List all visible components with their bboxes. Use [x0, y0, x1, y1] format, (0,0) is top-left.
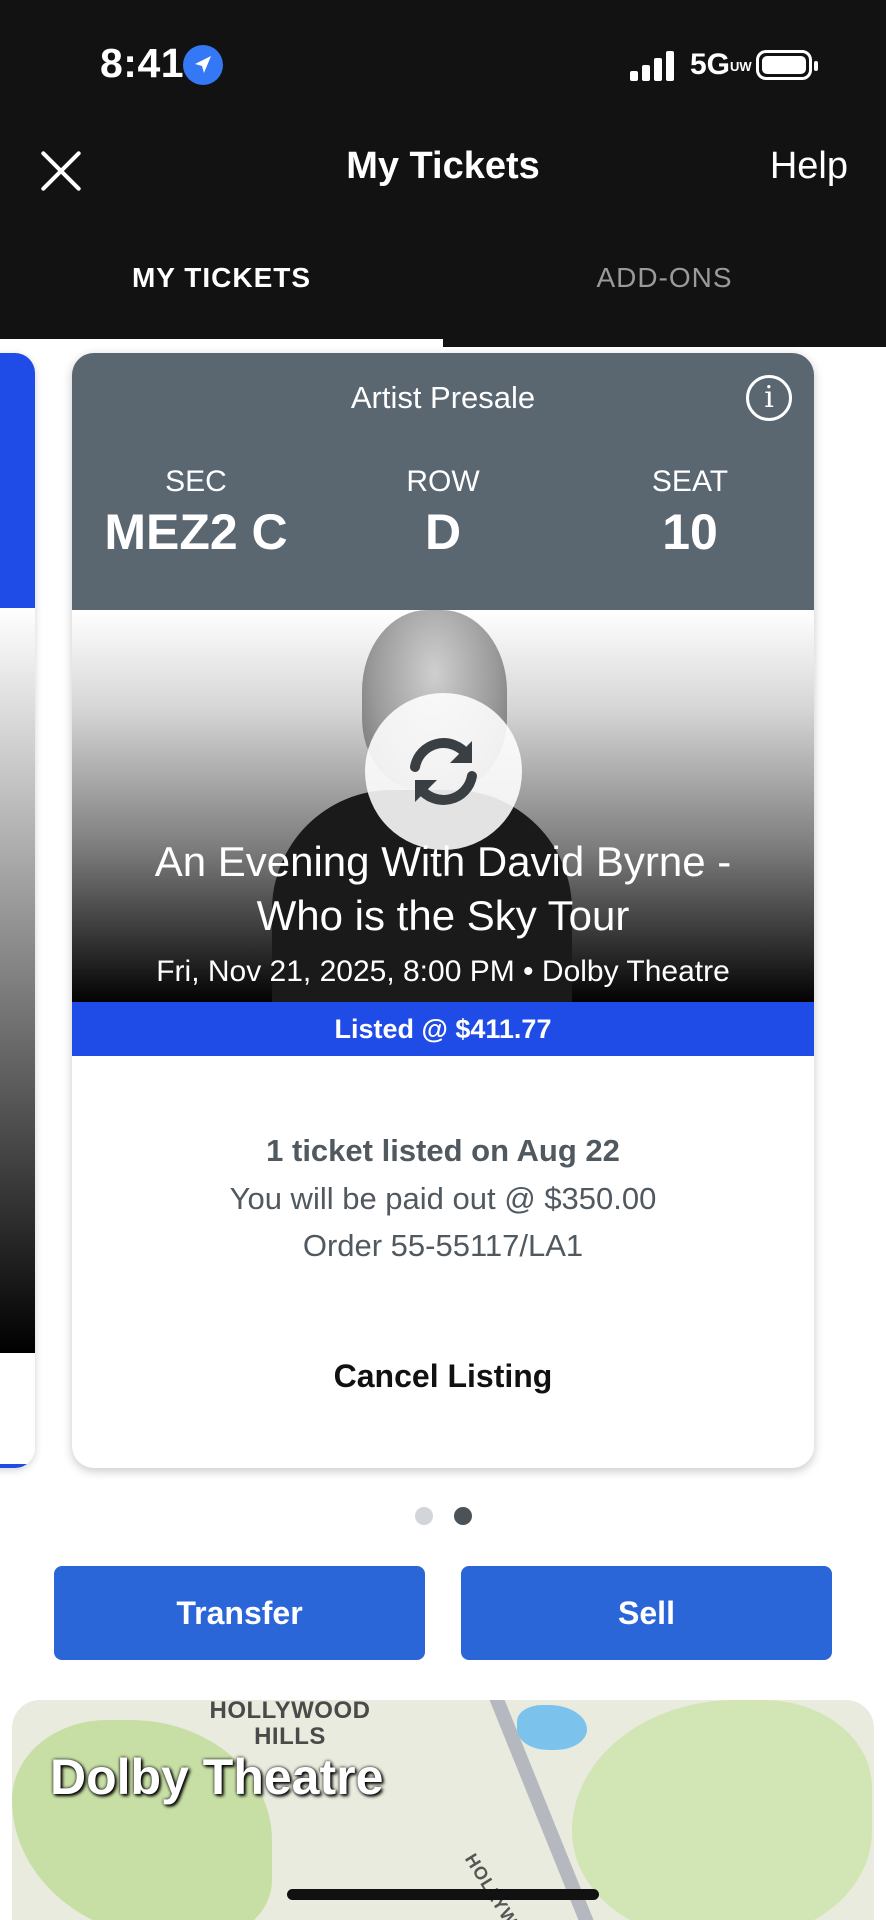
- previous-ticket-card[interactable]: [0, 353, 35, 1468]
- row-label: ROW: [406, 465, 480, 498]
- help-link[interactable]: Help: [770, 145, 848, 188]
- presale-label: Artist Presale: [350, 380, 536, 415]
- previous-card-edge: [0, 1464, 35, 1468]
- ticket-card: Artist Presale i SEC MEZ2 C ROW D SEAT 1…: [72, 353, 814, 1468]
- map-park-area: [572, 1700, 872, 1920]
- map-lake: [517, 1705, 587, 1750]
- page-dot-2-active[interactable]: [454, 1507, 472, 1525]
- seat-column: SEAT 10: [566, 465, 814, 561]
- event-title: An Evening With David Byrne - Who is the…: [154, 838, 732, 939]
- payout-text: You will be paid out @ $350.00: [229, 1181, 657, 1216]
- page-dot-1[interactable]: [415, 1507, 433, 1525]
- event-image: An Evening With David Byrne - Who is the…: [72, 610, 814, 1005]
- section-value: MEZ2 C: [104, 504, 288, 560]
- ticket-header: Artist Presale i SEC MEZ2 C ROW D SEAT 1…: [72, 353, 814, 610]
- cellular-signal-icon: [630, 51, 674, 81]
- row-value: D: [424, 504, 462, 560]
- network-indicator: 5GUW: [690, 48, 752, 81]
- page-title: My Tickets: [346, 145, 540, 187]
- listed-price-banner: Listed @ $411.77: [72, 1002, 814, 1056]
- section-column: SEC MEZ2 C: [72, 465, 320, 561]
- map-area-label: HOLLYWOOD HILLS: [209, 1697, 371, 1750]
- active-tab-indicator: [0, 339, 443, 347]
- seat-label: SEAT: [651, 465, 729, 498]
- map-venue-label: Dolby Theatre: [50, 1749, 384, 1805]
- seat-value: 10: [662, 504, 718, 560]
- location-arrow-icon: [183, 45, 223, 85]
- cancel-listing-button[interactable]: Cancel Listing: [72, 1358, 814, 1395]
- sell-button[interactable]: Sell: [461, 1566, 832, 1660]
- row-column: ROW D: [319, 465, 567, 561]
- previous-card-header: [0, 353, 35, 608]
- order-number: Order 55-55117/LA1: [302, 1228, 584, 1263]
- tab-my-tickets[interactable]: MY TICKETS: [0, 262, 443, 294]
- tab-add-ons[interactable]: ADD-ONS: [443, 262, 886, 294]
- status-time: 8:41: [100, 40, 185, 86]
- section-label: SEC: [165, 465, 227, 498]
- info-icon[interactable]: i: [746, 375, 792, 421]
- event-date-venue: Fri, Nov 21, 2025, 8:00 PM • Dolby Theat…: [156, 955, 730, 988]
- top-bar: 8:41 5GUW My Tickets Help MY TICKETS ADD…: [0, 0, 886, 347]
- home-indicator[interactable]: [287, 1889, 599, 1900]
- battery-icon: [756, 50, 818, 80]
- previous-card-image: [0, 608, 35, 1353]
- transfer-button[interactable]: Transfer: [54, 1566, 425, 1660]
- venue-map[interactable]: [12, 1700, 874, 1920]
- refresh-button[interactable]: [365, 693, 522, 850]
- listing-summary: 1 ticket listed on Aug 22: [266, 1133, 620, 1168]
